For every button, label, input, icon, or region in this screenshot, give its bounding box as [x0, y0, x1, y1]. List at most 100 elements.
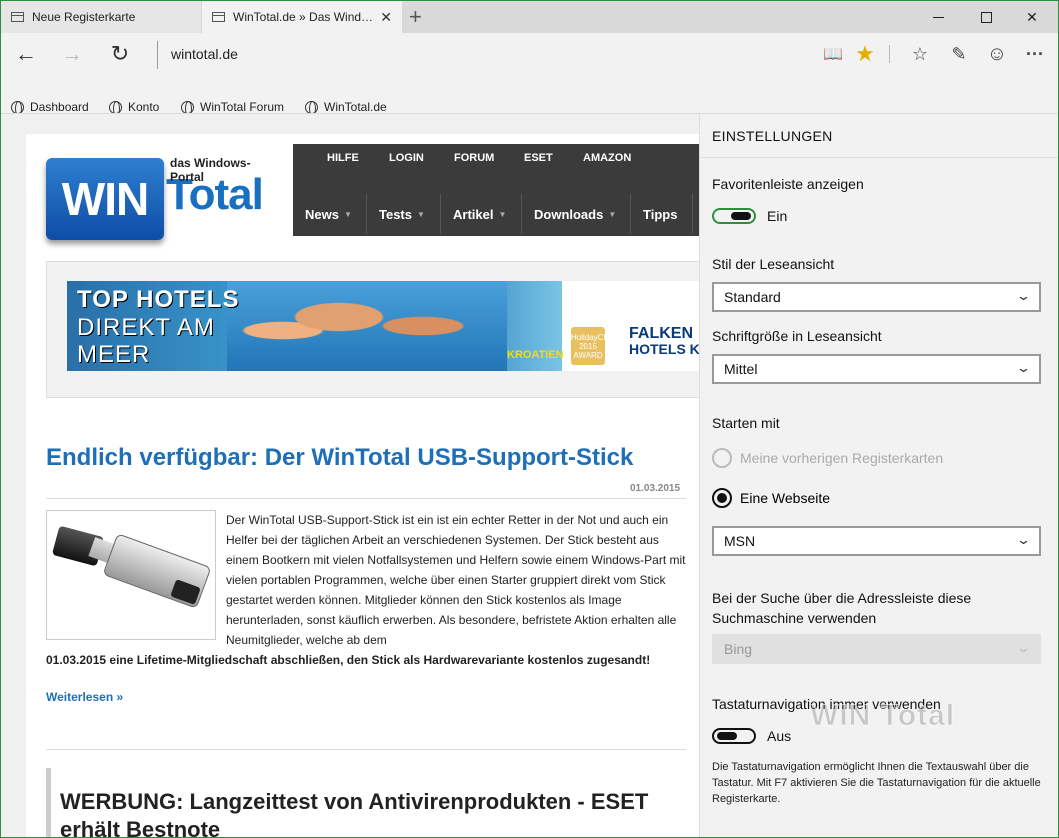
banner-line-2: DIREKT AM — [77, 314, 215, 341]
star-icon: ★ — [855, 41, 875, 66]
select-value: Standard — [724, 289, 781, 305]
page-icon — [212, 12, 225, 22]
refresh-icon: ↻ — [110, 41, 130, 66]
article-body-continued: 01.03.2015 eine Lifetime-Mitgliedschaft … — [46, 653, 651, 667]
maximize-button[interactable] — [963, 1, 1009, 33]
favorites-bar-label: Favoritenleiste anzeigen — [712, 176, 864, 192]
globe-icon — [181, 100, 194, 116]
forward-button[interactable]: → — [55, 39, 89, 69]
address-input[interactable]: wintotal.de — [171, 46, 238, 62]
chevron-down-icon: ⌄ — [1015, 288, 1032, 303]
banner-brand-2: HOTELS K — [629, 341, 699, 357]
radio-specific-page[interactable]: Eine Webseite — [712, 488, 830, 508]
article-divider — [46, 749, 686, 750]
menu-label: Tests — [379, 206, 412, 222]
radio-checked-icon — [712, 488, 732, 508]
settings-divider — [700, 157, 1058, 158]
favorite-forum[interactable]: WinTotal Forum — [181, 100, 284, 116]
close-window-button[interactable]: ✕ — [1009, 1, 1055, 33]
more-icon: ··· — [1026, 43, 1044, 64]
tab-new-tab[interactable]: Neue Registerkarte — [1, 1, 201, 33]
menu-label: Tipps — [643, 206, 678, 222]
link-login[interactable]: LOGIN — [389, 152, 424, 164]
caret-browsing-state: Aus — [767, 728, 792, 744]
favorite-label: Dashboard — [30, 100, 89, 114]
ad-article-title[interactable]: WERBUNG: Langzeittest von Antivirenprodu… — [60, 788, 680, 837]
settings-panel: EINSTELLUNGEN Favoritenleiste anzeigen E… — [699, 114, 1058, 837]
caret-down-icon: ▼ — [608, 209, 617, 219]
caret-browsing-note: Die Tastaturnavigation ermöglicht Ihnen … — [712, 761, 1041, 805]
reading-style-select[interactable]: Standard ⌄ — [712, 282, 1041, 312]
hotel-ad-banner[interactable]: TOP HOTELS DIREKT AM MEER KROATIEN Holid… — [67, 281, 699, 371]
close-icon: ✕ — [1026, 8, 1038, 25]
favorites-bar: Dashboard Konto WinTotal Forum WinTotal.… — [1, 93, 701, 116]
reading-view-button[interactable]: 📖 — [819, 41, 847, 67]
web-note-button[interactable]: ✎ — [945, 41, 973, 67]
pen-icon: ✎ — [951, 43, 967, 64]
radio-previous-tabs[interactable]: Meine vorherigen Registerkarten — [712, 448, 943, 468]
link-forum[interactable]: FORUM — [454, 152, 494, 164]
smiley-icon: ☺ — [986, 42, 1008, 65]
banner-line-1: TOP HOTELS — [77, 286, 240, 313]
caret-browsing-toggle[interactable] — [712, 728, 756, 744]
wintotal-watermark: WIN Total — [809, 699, 956, 733]
chevron-down-icon: ⌄ — [1015, 360, 1032, 375]
page-viewport[interactable]: WIN Total das Windows-Portal HILFE LOGIN… — [1, 114, 699, 837]
start-with-label: Starten mit — [712, 415, 780, 431]
radio-icon — [712, 448, 732, 468]
feedback-button[interactable]: ☺ — [983, 41, 1011, 67]
close-tab-icon[interactable]: ✕ — [380, 9, 392, 26]
menu-news[interactable]: News ▼ — [293, 194, 367, 234]
hub-button[interactable]: ☆ — [906, 41, 934, 67]
link-amazon[interactable]: AMAZON — [583, 152, 631, 164]
banner-photo — [227, 281, 507, 371]
link-hilfe[interactable]: HILFE — [327, 152, 359, 164]
read-more-link[interactable]: Weiterlesen » — [46, 690, 123, 704]
site-logo[interactable]: WIN Total das Windows-Portal — [42, 146, 282, 240]
start-page-select[interactable]: MSN ⌄ — [712, 526, 1041, 556]
back-button[interactable]: ← — [9, 39, 43, 69]
main-menu: News ▼ Tests ▼ Artikel ▼ Downloads ▼ Tipps — [293, 194, 699, 234]
radio-label: Meine vorherigen Registerkarten — [740, 450, 944, 466]
tab-bar: Neue Registerkarte WinTotal.de » Das Win… — [1, 1, 1058, 33]
refresh-button[interactable]: ↻ — [103, 39, 137, 69]
article-image[interactable] — [46, 510, 216, 640]
article-date: 01.03.2015 — [630, 483, 681, 494]
article-title[interactable]: Endlich verfügbar: Der WinTotal USB-Supp… — [46, 444, 633, 472]
site-navigation: HILFE LOGIN FORUM ESET AMAZON News ▼ Test… — [293, 144, 699, 236]
menu-label: Artikel — [453, 206, 494, 222]
tab-wintotal[interactable]: WinTotal.de » Das Wind… ✕ — [202, 1, 402, 33]
favorite-dashboard[interactable]: Dashboard — [11, 100, 89, 116]
arrow-left-icon: ← — [15, 41, 37, 66]
search-engine-select[interactable]: Bing ⌄ — [712, 634, 1041, 664]
more-button[interactable]: ··· — [1021, 41, 1049, 67]
link-eset[interactable]: ESET — [524, 152, 553, 164]
new-tab-button[interactable]: + — [409, 4, 422, 30]
browser-window: Neue Registerkarte WinTotal.de » Das Win… — [0, 0, 1059, 838]
ad-banner-container: TOP HOTELS DIREKT AM MEER KROATIEN Holid… — [46, 261, 699, 398]
caret-down-icon: ▼ — [417, 209, 425, 219]
favorites-bar-toggle[interactable] — [712, 208, 756, 224]
menu-downloads[interactable]: Downloads ▼ — [522, 194, 631, 234]
favorite-konto[interactable]: Konto — [109, 100, 160, 116]
globe-icon — [11, 100, 24, 116]
menu-tipps[interactable]: Tipps — [631, 194, 693, 234]
favorite-button[interactable]: ★ — [851, 41, 879, 67]
page-body: WIN Total das Windows-Portal HILFE LOGIN… — [26, 134, 699, 837]
top-links: HILFE LOGIN FORUM ESET AMAZON — [293, 144, 699, 178]
banner-line-3: MEER — [77, 341, 151, 368]
menu-artikel[interactable]: Artikel ▼ — [441, 194, 522, 234]
tab-label: WinTotal.de » Das Wind… — [233, 10, 374, 24]
font-size-select[interactable]: Mittel ⌄ — [712, 354, 1041, 384]
menu-tests[interactable]: Tests ▼ — [367, 194, 441, 234]
favorite-label: Konto — [128, 100, 160, 114]
favorite-wintotal[interactable]: WinTotal.de — [305, 100, 387, 116]
navigation-bar: ← → ↻ wintotal.de 📖 ★ ☆ ✎ ☺ ··· — [1, 33, 1058, 75]
settings-title: EINSTELLUNGEN — [712, 128, 833, 144]
minimize-icon — [932, 16, 944, 18]
minimize-button[interactable] — [915, 1, 961, 33]
page-icon — [11, 12, 24, 22]
article-body: Der WinTotal USB-Support-Stick ist ein i… — [226, 513, 686, 647]
caret-down-icon: ▼ — [343, 209, 352, 219]
toggle-knob — [717, 732, 737, 740]
